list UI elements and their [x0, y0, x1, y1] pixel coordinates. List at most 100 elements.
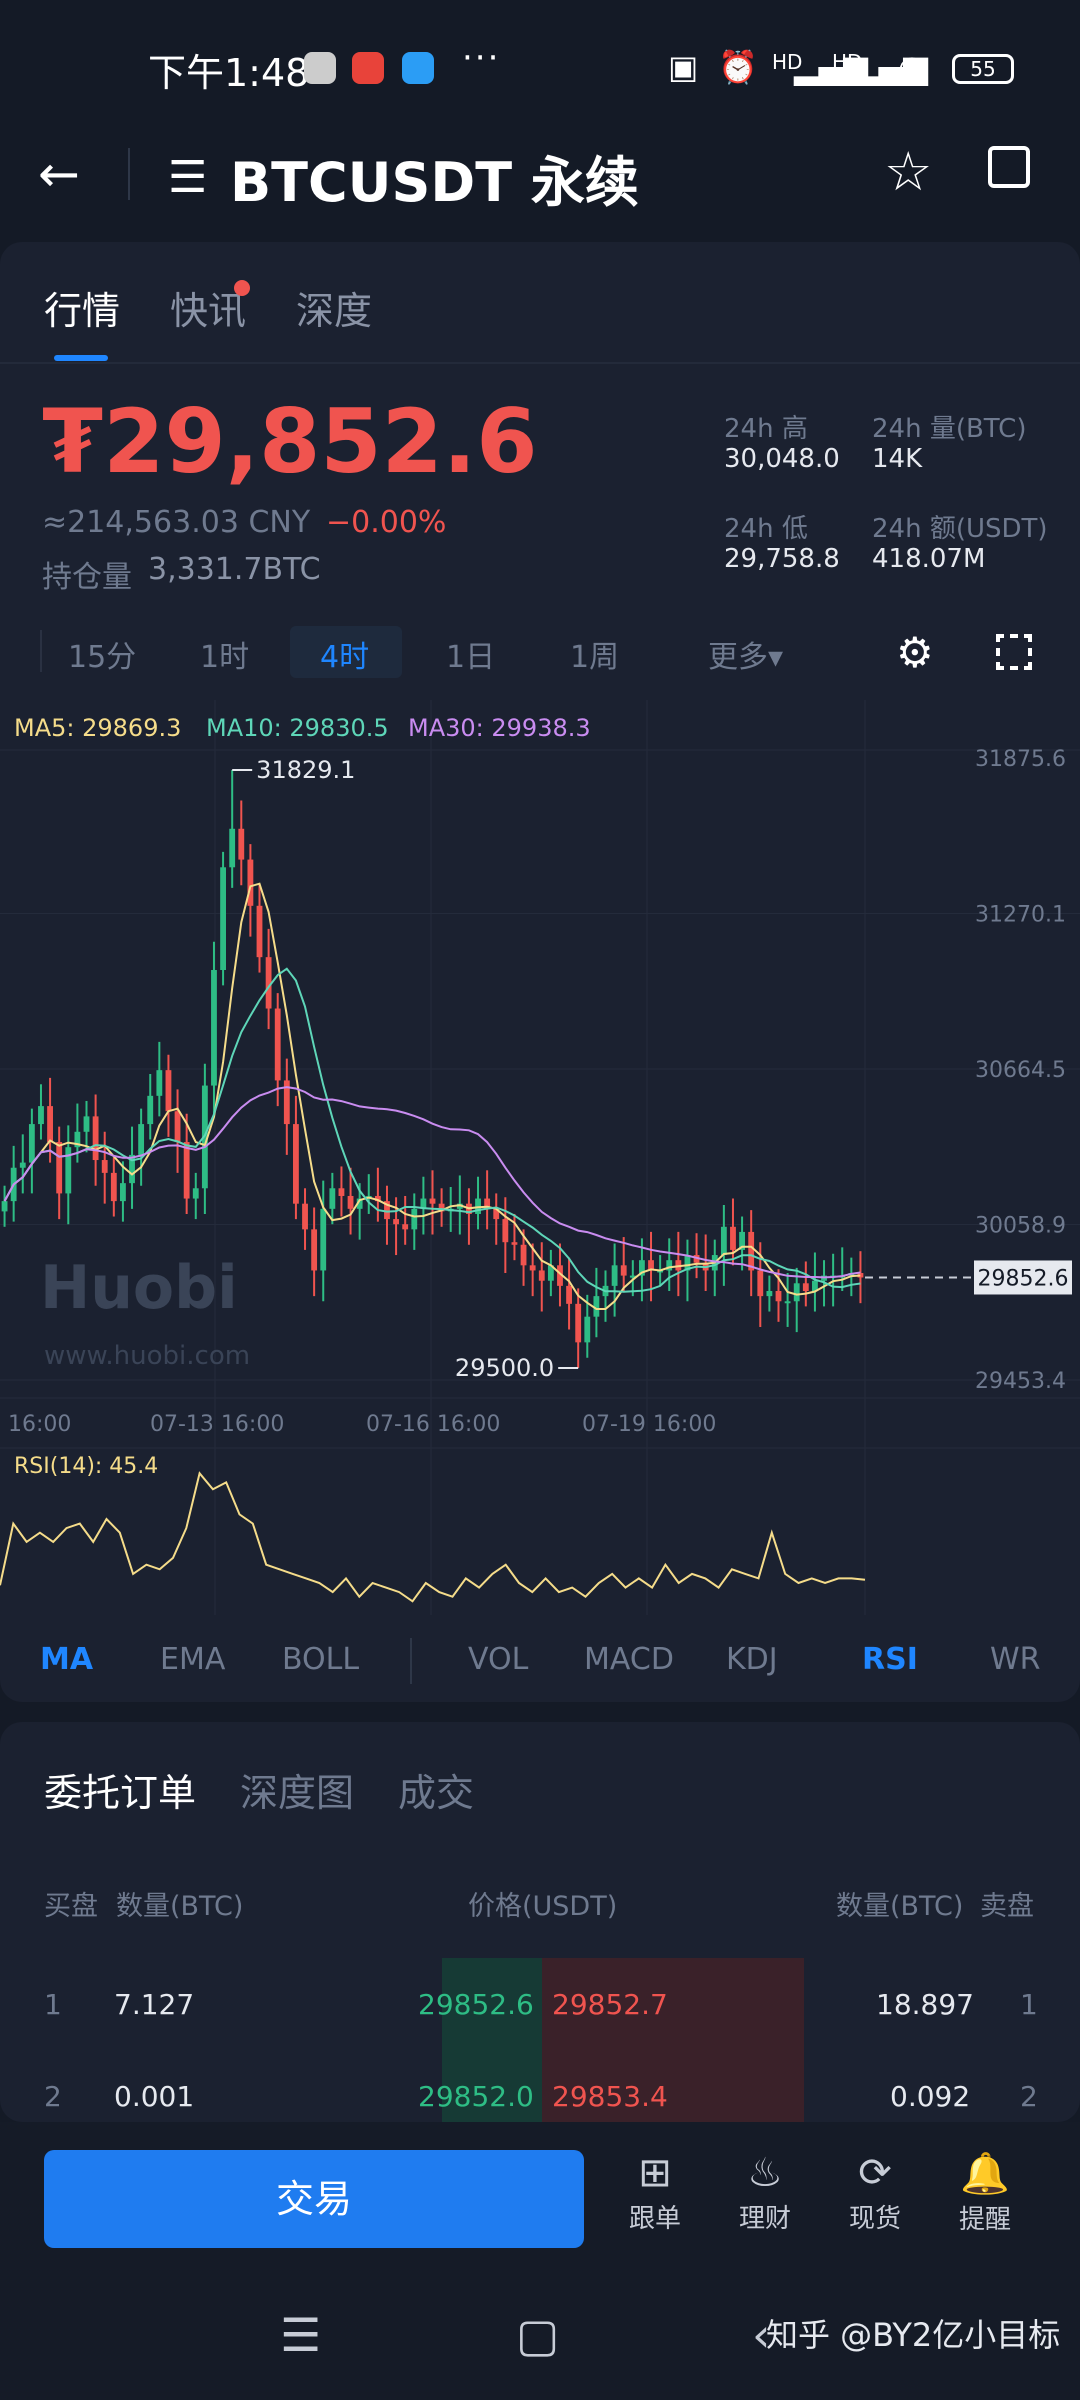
app-notification-icon	[304, 52, 336, 84]
nav-home-icon[interactable]: ▢	[516, 2308, 559, 2362]
high-annotation: 31829.1	[256, 756, 355, 784]
y-tick: 31875.6	[975, 747, 1066, 772]
candle-body	[147, 1095, 154, 1125]
indicator-rsi[interactable]: RSI	[862, 1642, 918, 1677]
interval-1d[interactable]: 1日	[446, 632, 495, 676]
candle-body	[347, 1195, 354, 1209]
indicator-macd[interactable]: MACD	[584, 1642, 674, 1677]
indicator-boll[interactable]: BOLL	[282, 1642, 359, 1677]
y-tick: 31270.1	[975, 902, 1066, 927]
indicator-ema[interactable]: EMA	[160, 1642, 225, 1677]
candle-body	[183, 1142, 190, 1199]
interval-4h[interactable]: 4时	[320, 632, 369, 676]
spot-icon: ⟳	[858, 2150, 892, 2196]
interval-more[interactable]: 更多▾	[708, 632, 783, 676]
wifi-icon: ◠	[898, 48, 926, 86]
finance-label: 理财	[738, 2204, 791, 2234]
favorite-star-icon[interactable]: ☆	[884, 140, 932, 203]
nfc-icon: ▣	[668, 48, 699, 86]
indicator-kdj[interactable]: KDJ	[726, 1642, 778, 1677]
app-notification-icon	[352, 52, 384, 84]
candle-body	[766, 1290, 773, 1297]
tab-depth[interactable]: 深度	[296, 280, 372, 335]
news-unread-dot	[234, 280, 250, 296]
candle-body	[293, 1124, 299, 1204]
back-button[interactable]: ←	[38, 145, 80, 203]
candle-body	[83, 1116, 90, 1132]
ask-price: 29853.4	[552, 2080, 668, 2113]
tab-orders[interactable]: 委托订单	[44, 1762, 196, 1817]
candle-body	[784, 1301, 791, 1304]
candle-body	[793, 1283, 800, 1302]
x-tick: 07-13 16:00	[150, 1412, 285, 1437]
spot-button[interactable]: ⟳ 现货	[830, 2150, 920, 2235]
candle-body	[775, 1290, 782, 1302]
settings-icon[interactable]: ⚙	[896, 628, 934, 677]
ma5-label: MA5: 29869.3	[14, 714, 182, 742]
low-value: 29,758.8	[724, 544, 840, 574]
candle-body	[110, 1172, 117, 1202]
candle-body	[19, 1162, 26, 1168]
amount-value: 418.07M	[872, 544, 986, 574]
chart-watermark: Huobi	[40, 1253, 238, 1323]
tab-market[interactable]: 行情	[44, 280, 120, 335]
candle-body	[1, 1201, 8, 1212]
ma10-label: MA10: 29830.5	[206, 714, 389, 742]
bid-qty: 0.001	[114, 2080, 195, 2113]
copy-trade-button[interactable]: ⊞ 跟单	[610, 2150, 700, 2235]
ask-index: 2	[1020, 2080, 1038, 2113]
ask-price: 29852.7	[552, 1988, 668, 2021]
volume-label: 24h 量(BTC)	[872, 414, 1027, 444]
candle-body	[138, 1124, 145, 1155]
menu-icon[interactable]: ☰	[168, 152, 207, 203]
candle-body	[229, 828, 236, 868]
candle-body	[748, 1231, 755, 1271]
app-notification-icon	[402, 52, 434, 84]
indicator-vol[interactable]: VOL	[468, 1642, 528, 1677]
candle-body	[38, 1106, 44, 1125]
watermark-text: 知乎 @BY2亿小目标	[766, 2316, 1061, 2354]
interval-15m[interactable]: 15分	[68, 632, 136, 676]
battery-icon: 55	[952, 54, 1014, 84]
candle-body	[620, 1265, 627, 1276]
y-tick: 29453.4	[975, 1369, 1066, 1394]
candle-body	[320, 1208, 327, 1271]
indicator-wr[interactable]: WR	[990, 1642, 1041, 1677]
interval-1h[interactable]: 1时	[200, 632, 249, 676]
candle-body	[338, 1188, 345, 1196]
nav-menu-icon[interactable]: ☰	[280, 2308, 321, 2362]
low-annotation: 29500.0	[455, 1354, 554, 1382]
candle-body	[274, 1008, 281, 1081]
rsi-label: RSI(14): 45.4	[14, 1454, 159, 1479]
candle-body	[238, 828, 245, 860]
share-icon[interactable]	[988, 146, 1030, 188]
finance-button[interactable]: ♨ 理财	[720, 2150, 810, 2235]
trade-button[interactable]: 交易	[44, 2150, 584, 2248]
x-tick: 07-16 16:00	[366, 1412, 501, 1437]
high-label: 24h 高	[724, 414, 808, 444]
fullscreen-icon[interactable]	[996, 634, 1032, 670]
candle-body	[192, 1188, 199, 1199]
candle-body	[575, 1303, 582, 1343]
candle-body	[56, 1142, 63, 1194]
candle-body	[101, 1160, 108, 1173]
indicator-divider	[410, 1638, 412, 1684]
last-price: ₮29,852.6	[42, 390, 538, 493]
indicator-ma[interactable]: MA	[40, 1642, 93, 1677]
bid-price: 29852.0	[418, 2080, 534, 2113]
tab-depth-chart[interactable]: 深度图	[240, 1762, 354, 1817]
candlestick-chart[interactable]: 31875.6 31270.1 30664.5 30058.9 29453.4 Huobi…	[0, 700, 1080, 1620]
tab-trades[interactable]: 成交	[398, 1762, 474, 1817]
candle-body	[28, 1124, 35, 1163]
candle-body	[511, 1242, 518, 1245]
candle-body	[520, 1244, 527, 1266]
y-tick: 30058.9	[975, 1214, 1066, 1239]
alert-button[interactable]: 🔔 提醒	[940, 2150, 1030, 2236]
interval-1w[interactable]: 1周	[570, 632, 619, 676]
page-title: BTCUSDT 永续	[230, 151, 639, 214]
bid-qty-header: 数量(BTC)	[116, 1891, 244, 1922]
candle-body	[429, 1198, 436, 1204]
candle-body	[47, 1106, 53, 1143]
high-value: 30,048.0	[724, 444, 840, 474]
bell-icon: 🔔	[960, 2151, 1010, 2197]
